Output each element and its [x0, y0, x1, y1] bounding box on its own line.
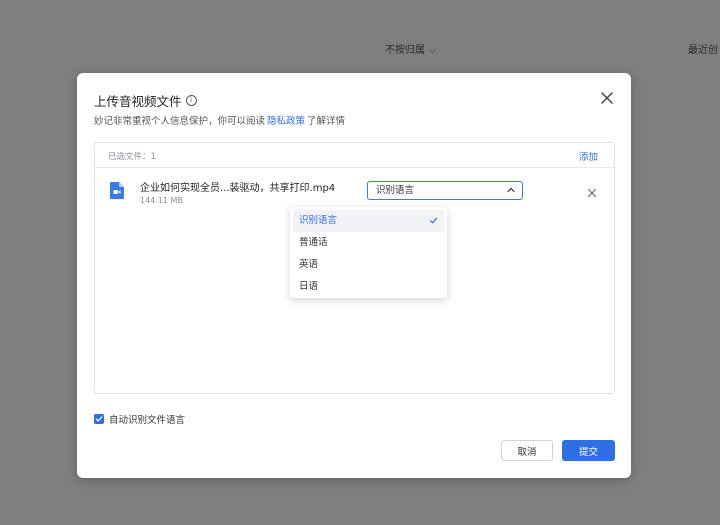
checkmark-icon	[429, 217, 438, 224]
add-file-button[interactable]: 添加	[579, 149, 598, 163]
auto-detect-option: 自动识别文件语言	[94, 412, 185, 426]
close-icon	[601, 92, 613, 104]
ownership-filter-label: 不按归属	[385, 45, 425, 56]
language-dropdown: 识别语言 普通话 英语 日语	[290, 207, 447, 298]
language-option-mandarin[interactable]: 普通话	[293, 232, 444, 254]
cancel-button[interactable]: 取消	[501, 440, 553, 461]
language-option-label: 普通话	[299, 237, 328, 248]
submit-button[interactable]: 提交	[562, 440, 615, 461]
close-button[interactable]	[599, 90, 615, 106]
language-option-japanese[interactable]: 日语	[293, 276, 444, 298]
subtitle-prefix: 妙记非常重视个人信息保护，你可以阅读	[94, 116, 266, 127]
info-icon[interactable]: i	[185, 95, 197, 106]
video-file-icon	[110, 182, 124, 199]
file-size: 144.11 MB	[140, 196, 183, 205]
language-option-english[interactable]: 英语	[293, 254, 444, 276]
language-select[interactable]: 识别语言	[367, 181, 523, 200]
language-select-value: 识别语言	[376, 185, 415, 196]
recent-sort[interactable]: 最近创	[688, 41, 718, 56]
dialog-subtitle: 妙记非常重视个人信息保护，你可以阅读 隐私政策 了解详情	[94, 113, 345, 127]
chevron-up-icon	[507, 187, 515, 193]
language-option-label: 英语	[299, 259, 319, 270]
language-option-auto[interactable]: 识别语言	[293, 210, 444, 232]
file-list-header: 已选文件：1 添加	[95, 143, 614, 168]
file-name: 企业如何实现全员...装驱动，共享打印.mp4	[140, 183, 336, 194]
language-option-label: 识别语言	[299, 215, 338, 226]
remove-file-button[interactable]	[586, 184, 598, 198]
language-option-label: 日语	[299, 281, 319, 292]
privacy-policy-link[interactable]: 隐私政策	[267, 116, 305, 127]
dialog-title-text: 上传音视频文件	[94, 94, 182, 109]
file-row: 企业如何实现全员...装驱动，共享打印.mp4 144.11 MB 识别语言	[95, 179, 614, 209]
dialog-title: 上传音视频文件 i	[94, 91, 197, 110]
close-icon	[587, 188, 597, 198]
ownership-filter[interactable]: 不按归属 ⌵	[385, 41, 436, 56]
auto-detect-label[interactable]: 自动识别文件语言	[109, 412, 185, 426]
subtitle-suffix: 了解详情	[307, 116, 346, 127]
chevron-down-icon: ⌵	[429, 46, 436, 56]
checkmark-icon	[95, 416, 103, 422]
auto-detect-checkbox[interactable]	[94, 414, 104, 424]
selected-count: 已选文件：1	[108, 152, 156, 162]
